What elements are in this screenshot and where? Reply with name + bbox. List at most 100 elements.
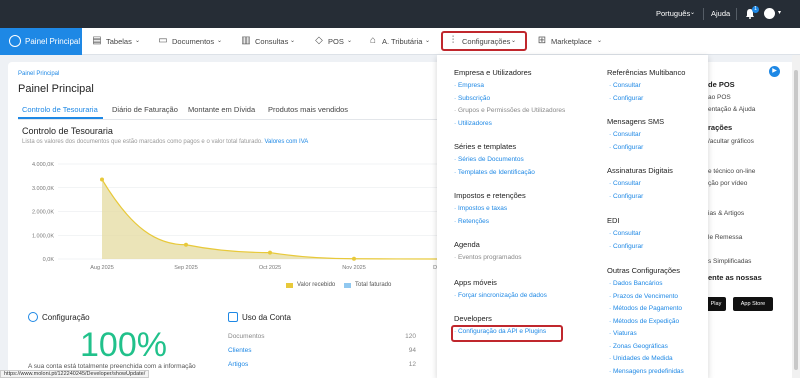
- tab-controlo-tesouraria[interactable]: Controlo de Tesouraria: [22, 105, 98, 114]
- usage-value: 120: [405, 333, 416, 340]
- panel-link[interactable]: s Simplificadas: [708, 258, 751, 265]
- panel-link[interactable]: ao POS: [708, 94, 731, 101]
- scrollbar-thumb[interactable]: [794, 70, 798, 370]
- data-point[interactable]: [352, 256, 356, 261]
- nav-label: A. Tributária: [382, 37, 423, 46]
- dropdown-item[interactable]: · Viaturas: [609, 330, 637, 337]
- highlight-box: [441, 31, 527, 51]
- app-store-badge[interactable]: App Store: [733, 297, 773, 311]
- dropdown-heading: EDI: [607, 216, 620, 225]
- y-tick-label: 3.000,0K: [32, 186, 54, 192]
- nav-label: Marketplace: [551, 37, 592, 46]
- google-play-badge[interactable]: Play: [706, 297, 726, 311]
- panel-link[interactable]: entação & Ajuda: [708, 106, 755, 113]
- help-link[interactable]: Ajuda: [711, 9, 730, 18]
- panel-link[interactable]: le Remessa: [708, 234, 742, 241]
- tab-montante-divida[interactable]: Montante em Dívida: [188, 105, 255, 114]
- panel-link[interactable]: /acultar gráficos: [708, 138, 754, 145]
- legend-invoiced[interactable]: Total faturado: [355, 282, 391, 288]
- dropdown-item[interactable]: · Empresa: [454, 82, 484, 89]
- usage-value: 94: [408, 347, 416, 354]
- nav-painel-principal[interactable]: Painel Principal: [0, 28, 82, 55]
- dropdown-item[interactable]: · Consultar: [609, 180, 641, 187]
- x-tick-label: Oct 2025: [259, 265, 281, 271]
- usage-icon: [228, 312, 238, 322]
- y-tick-label: 4.000,0K: [32, 162, 54, 168]
- dropdown-heading: Developers: [454, 314, 492, 323]
- chevron-down-icon: ⌄: [597, 38, 603, 44]
- nav-label: Consultas: [255, 37, 289, 46]
- legend-swatch-received: [286, 283, 293, 288]
- y-tick-label: 0,0K: [43, 257, 55, 263]
- usage-label[interactable]: Clientes: [228, 347, 251, 354]
- dropdown-item[interactable]: · Configurar: [609, 95, 643, 102]
- chevron-down-icon: ⌄: [135, 38, 141, 44]
- dropdown-item[interactable]: · Forçar sincronização de dados: [454, 292, 547, 299]
- dropdown-item[interactable]: · Unidades de Medida: [609, 355, 673, 362]
- dropdown-item[interactable]: · Métodos de Pagamento: [609, 305, 682, 312]
- panel-heading: ente as nossas: [708, 273, 762, 282]
- gear-icon: [28, 312, 38, 322]
- legend-received[interactable]: Valor recebido: [297, 282, 335, 288]
- nav-label: Documentos: [172, 37, 215, 46]
- dropdown-item[interactable]: · Retenções: [454, 218, 489, 225]
- panel-link[interactable]: e técnico on-line: [708, 168, 755, 175]
- dropdown-item[interactable]: · Configurar: [609, 193, 643, 200]
- dropdown-item[interactable]: · Eventos programados: [454, 254, 522, 261]
- dropdown-item[interactable]: · Impostos e taxas: [454, 205, 507, 212]
- dropdown-item[interactable]: · Grupos e Permissões de Utilizadores: [454, 107, 565, 114]
- bar-chart-icon: ▥: [241, 35, 251, 46]
- panel-link[interactable]: ção por vídeo: [708, 180, 747, 187]
- dropdown-item[interactable]: · Utilizadores: [454, 120, 492, 127]
- language-selector[interactable]: Português: [656, 9, 690, 18]
- chevron-down-icon: ⌄: [690, 10, 696, 16]
- dropdown-heading: Séries e templates: [454, 142, 517, 151]
- series-area-received: [102, 179, 438, 259]
- usage-label[interactable]: Artigos: [228, 361, 248, 368]
- y-tick-label: 1.000,0K: [32, 233, 54, 239]
- x-tick-label: Sep 2025: [174, 265, 198, 271]
- dropdown-heading: Mensagens SMS: [607, 117, 665, 126]
- section-subtitle: Lista os valores dos documentos que estã…: [22, 139, 308, 145]
- page-title: Painel Principal: [18, 83, 94, 95]
- dropdown-item[interactable]: · Consultar: [609, 82, 641, 89]
- dropdown-item[interactable]: · Configurar: [609, 144, 643, 151]
- nav-label: Tabelas: [106, 37, 132, 46]
- dropdown-heading: Agenda: [454, 240, 480, 249]
- dropdown-item[interactable]: · Zonas Geográficas: [609, 343, 668, 350]
- dropdown-item[interactable]: · Séries de Documentos: [454, 156, 524, 163]
- grid-icon: ⊞: [537, 35, 547, 46]
- tab-produtos-vendidos[interactable]: Produtos mais vendidos: [268, 105, 348, 114]
- dropdown-item[interactable]: · Dados Bancários: [609, 280, 662, 287]
- data-point[interactable]: [100, 177, 104, 182]
- dropdown-item[interactable]: · Subscrição: [454, 95, 490, 102]
- play-icon[interactable]: ▶: [769, 66, 780, 77]
- dropdown-item[interactable]: · Configurar: [609, 243, 643, 250]
- dropdown-item[interactable]: · Mensagens predefinidas: [609, 368, 684, 375]
- data-point[interactable]: [184, 242, 188, 247]
- avatar[interactable]: [764, 8, 775, 19]
- divider: [18, 119, 438, 120]
- x-tick-label: Aug 2025: [90, 265, 114, 271]
- main-nav: Painel Principal ▤ Tabelas ⌄ ▭ Documento…: [0, 28, 800, 55]
- panel-link[interactable]: ias & Artigos: [708, 210, 744, 217]
- dashboard-icon: [9, 35, 21, 47]
- dropdown-item[interactable]: · Métodos de Expedição: [609, 318, 679, 325]
- chevron-down-icon: ⌄: [290, 38, 296, 44]
- section-subtitle-text: Lista os valores dos documentos que estã…: [22, 139, 263, 145]
- data-point[interactable]: [268, 250, 272, 255]
- dropdown-heading: Outras Configurações: [607, 266, 680, 275]
- dropdown-item[interactable]: · Prazos de Vencimento: [609, 293, 678, 300]
- tab-diario-faturacao[interactable]: Diário de Faturação: [112, 105, 178, 114]
- chevron-down-icon[interactable]: ▾: [778, 9, 781, 16]
- dropdown-item[interactable]: · Consultar: [609, 230, 641, 237]
- vat-values-link[interactable]: Valores com IVA: [264, 139, 308, 145]
- nav-label: Painel Principal: [25, 37, 81, 46]
- legend-swatch-invoiced: [344, 283, 351, 288]
- usage-value: 12: [408, 361, 416, 368]
- table-icon: ▤: [92, 35, 102, 46]
- panel-heading: de POS: [708, 80, 735, 89]
- breadcrumb[interactable]: Painel Principal: [18, 71, 59, 77]
- dropdown-item[interactable]: · Consultar: [609, 131, 641, 138]
- dropdown-item[interactable]: · Templates de Identificação: [454, 169, 535, 176]
